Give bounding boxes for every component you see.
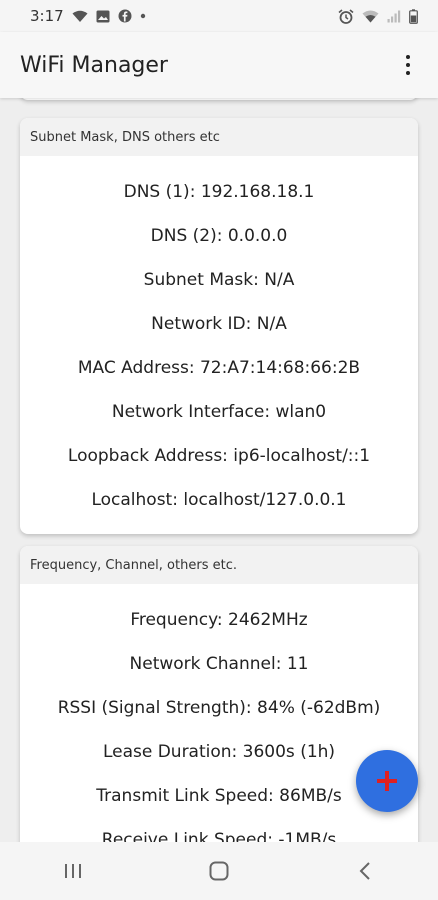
loopback-address-row: Loopback Address: ip6-localhost/::1 (67, 446, 371, 466)
more-notifications-dot-icon (140, 13, 146, 19)
card-header: Frequency, Channel, others etc. (20, 546, 418, 584)
system-nav-bar (0, 842, 438, 900)
plus-icon (377, 771, 397, 791)
previous-card-edge (20, 98, 418, 100)
app-bar: WiFi Manager (0, 32, 438, 98)
network-interface-row: Network Interface: wlan0 (111, 402, 327, 422)
menu-dot (406, 63, 410, 67)
transmit-link-speed-row: Transmit Link Speed: 86MB/s (96, 786, 342, 806)
facebook-icon (118, 9, 132, 23)
recent-apps-icon (65, 864, 81, 878)
rssi-row: RSSI (Signal Strength): 84% (-62dBm) (57, 698, 381, 718)
card-rows: Frequency: 2462MHz Network Channel: 11 R… (20, 584, 418, 842)
scroll-content[interactable]: Subnet Mask, DNS others etc DNS (1): 192… (0, 98, 438, 842)
wifi-signal-icon (362, 10, 379, 23)
cellular-signal-icon (387, 10, 401, 23)
status-bar: 3:17 (0, 0, 438, 32)
status-left: 3:17 (30, 7, 146, 25)
menu-dot (406, 55, 410, 59)
lease-duration-row: Lease Duration: 3600s (1h) (102, 742, 336, 762)
status-time: 3:17 (30, 7, 64, 25)
network-id-row: Network ID: N/A (151, 314, 287, 334)
overflow-menu-icon[interactable] (396, 47, 420, 83)
card-rows: DNS (1): 192.168.18.1 DNS (2): 0.0.0.0 S… (20, 156, 418, 534)
dns2-row: DNS (2): 0.0.0.0 (150, 226, 288, 246)
localhost-row: Localhost: localhost/127.0.0.1 (91, 490, 347, 510)
home-button[interactable] (189, 851, 249, 891)
subnet-mask-row: Subnet Mask: N/A (143, 270, 295, 290)
back-button[interactable] (335, 851, 395, 891)
frequency-row: Frequency: 2462MHz (130, 610, 308, 630)
alarm-icon (338, 8, 354, 24)
card-header: Subnet Mask, DNS others etc (20, 118, 418, 156)
status-right (338, 8, 418, 24)
dns1-row: DNS (1): 192.168.18.1 (123, 182, 315, 202)
subnet-dns-card: Subnet Mask, DNS others etc DNS (1): 192… (20, 118, 418, 534)
add-fab-button[interactable] (356, 750, 418, 812)
battery-icon (409, 8, 418, 24)
back-icon (359, 862, 370, 880)
receive-link-speed-row: Receive Link Speed: -1MB/s (101, 830, 337, 842)
menu-dot (406, 71, 410, 75)
app-title: WiFi Manager (20, 52, 168, 78)
recent-apps-button[interactable] (43, 851, 103, 891)
network-channel-row: Network Channel: 11 (129, 654, 309, 674)
frequency-channel-card: Frequency, Channel, others etc. Frequenc… (20, 546, 418, 842)
gallery-icon (96, 10, 110, 23)
mac-address-row: MAC Address: 72:A7:14:68:66:2B (77, 358, 361, 378)
wifi-calling-icon (72, 10, 88, 23)
home-icon (209, 861, 229, 881)
